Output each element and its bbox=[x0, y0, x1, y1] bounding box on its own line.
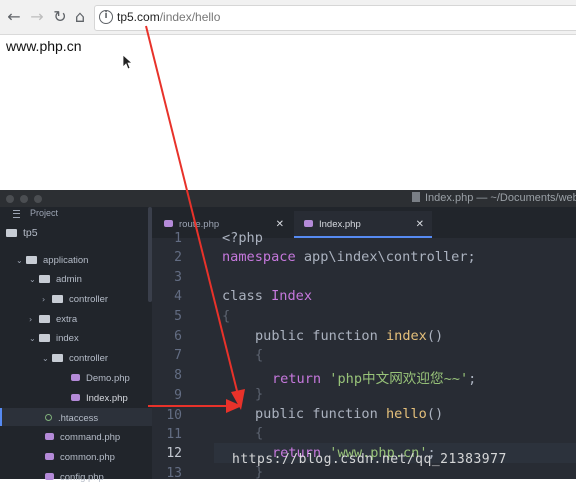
arrow-url-to-hello bbox=[145, 25, 245, 410]
annotation-arrows bbox=[145, 25, 245, 413]
arrow-tree-to-hello bbox=[148, 399, 242, 413]
